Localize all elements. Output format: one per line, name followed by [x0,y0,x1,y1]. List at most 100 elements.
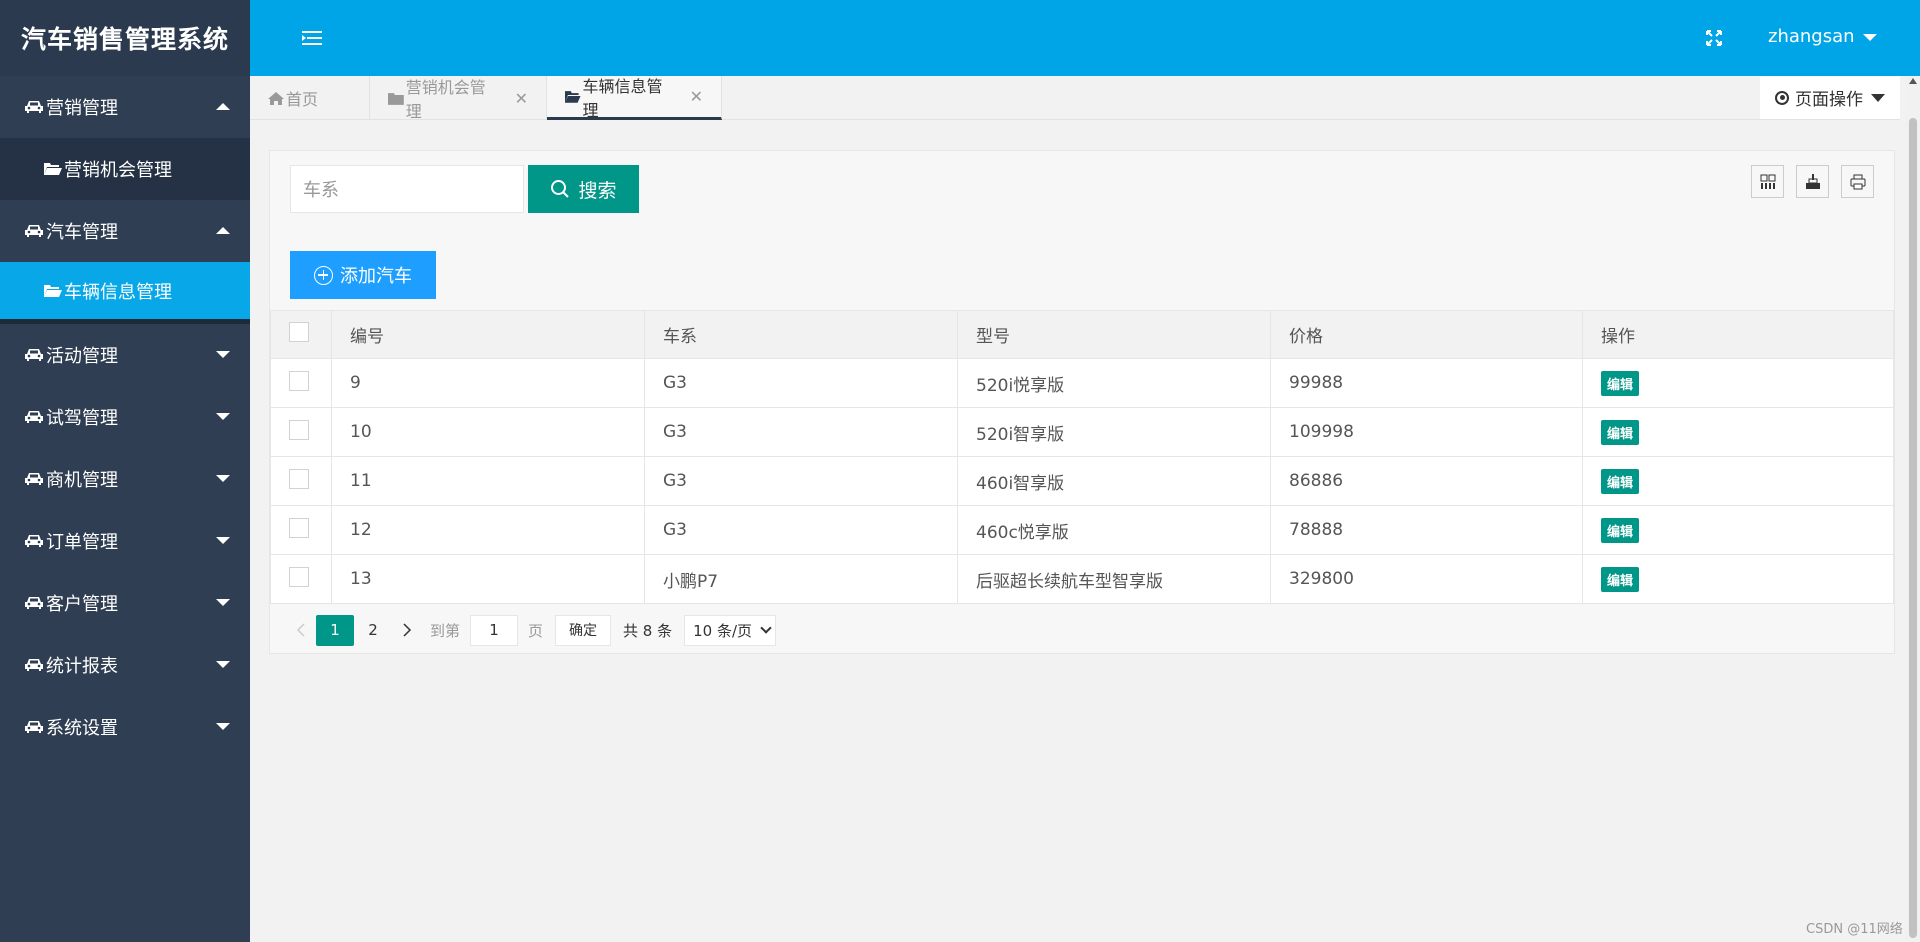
sidebar-group-7[interactable]: 统计报表 [0,634,250,696]
cell-price: 109998 [1270,407,1583,457]
edit-button[interactable]: 编辑 [1601,517,1640,543]
column-header-series[interactable]: 车系 [644,310,958,359]
folder-open-icon [565,91,581,103]
cell-id: 12 [331,505,645,555]
close-icon[interactable]: ✕ [690,87,703,106]
add-car-button[interactable]: 添加汽车 [290,251,436,299]
sidebar-group-3[interactable]: 试驾管理 [0,386,250,448]
cell-price: 99988 [1270,358,1583,408]
prev-page-button[interactable] [286,615,316,645]
car-icon [25,411,43,423]
car-series-search-input[interactable]: 车系 [290,165,524,213]
cell-id: 10 [331,407,645,457]
cell-model: 后驱超长续航车型智享版 [957,554,1271,604]
chevron-down-icon [1862,33,1877,41]
scroll-up-arrow-icon[interactable] [1909,78,1917,84]
tab-vehicle-info[interactable]: 车辆信息管理 ✕ [547,76,722,120]
menu-toggle-icon[interactable] [302,30,322,46]
edit-button[interactable]: 编辑 [1601,566,1640,592]
sidebar-group-2[interactable]: 活动管理 [0,324,250,386]
column-header-model[interactable]: 型号 [957,310,1271,359]
row-checkbox[interactable] [289,370,309,391]
edit-button[interactable]: 编辑 [1601,468,1640,494]
cell-model: 520i悦享版 [957,358,1271,408]
goto-confirm-button[interactable]: 确定 [555,614,612,646]
chevron-up-icon [216,227,230,234]
page-operations-dropdown[interactable]: 页面操作 [1760,76,1900,119]
page-size-value: 10 条/页 [693,621,753,640]
edit-button[interactable]: 编辑 [1601,419,1640,445]
sidebar-group-6[interactable]: 客户管理 [0,572,250,634]
chevron-down-icon [216,599,230,606]
plus-circle-icon [314,265,333,285]
print-icon [1850,174,1865,189]
column-header-id[interactable]: 编号 [331,310,645,359]
export-button[interactable] [1796,165,1829,198]
page-operations-label: 页面操作 [1795,90,1863,110]
cell-series: 小鹏P7 [644,554,958,604]
row-checkbox-cell [270,407,332,457]
cell-series: G3 [644,358,958,408]
sidebar-item-1-0[interactable]: 车辆信息管理 [0,262,250,324]
sidebar-menu: 营销管理营销机会管理汽车管理 车辆信息管理 活动管理 试驾管理商机管理订单管理 客户管理… [0,76,250,758]
sidebar-item-0-0[interactable]: 营销机会管理 [0,138,250,200]
row-checkbox[interactable] [289,517,309,538]
row-checkbox-cell [270,554,332,604]
edit-button[interactable]: 编辑 [1601,370,1640,396]
cell-action: 编辑 [1582,456,1894,506]
sidebar-group-8[interactable]: 系统设置 [0,696,250,758]
chevron-down-icon [760,621,772,634]
page-button-1[interactable]: 1 [316,614,354,646]
page-size-select[interactable]: 10 条/页 [684,614,777,646]
chevron-right-icon [403,623,412,637]
sidebar-group-1[interactable]: 汽车管理 [0,200,250,262]
row-checkbox[interactable] [289,419,309,440]
car-icon [25,473,43,485]
sidebar-group-5[interactable]: 订单管理 [0,510,250,572]
tab-marketing-opportunity[interactable]: 营销机会管理 ✕ [370,76,547,121]
goto-page-input[interactable]: 1 [470,614,519,646]
tab-label: 首页 [286,90,319,109]
row-checkbox-cell [270,358,332,408]
column-header-price[interactable]: 价格 [1270,310,1583,359]
print-button[interactable] [1841,165,1874,198]
folder-icon [388,92,404,105]
cell-id: 13 [331,554,645,604]
cell-action: 编辑 [1582,407,1894,457]
row-checkbox-cell [270,505,332,555]
sidebar-group-label: 系统设置 [46,718,118,739]
table-row: 11 G3 460i智享版 86886 编辑 [270,456,1894,506]
home-icon [268,91,284,105]
chevron-down-icon [216,413,230,420]
goto-label: 到第 [430,621,461,640]
car-icon [25,659,43,671]
tab-bar: 首页 营销机会管理 ✕ 车辆信息管理 ✕ [250,76,1900,121]
next-page-button[interactable] [392,615,422,645]
tab-home[interactable]: 首页 [250,76,370,120]
column-header-action: 操作 [1582,310,1894,359]
user-menu[interactable]: zhangsan [1768,26,1877,47]
sidebar: 汽车销售管理系统 营销管理 营销机会管理 汽车管理 车辆信息管理 活动管理 试驾管理 商机管… [0,0,250,942]
scrollbar-thumb[interactable] [1909,118,1917,938]
search-button[interactable]: 搜索 [528,165,639,213]
select-all-checkbox[interactable] [289,322,309,342]
sidebar-item-label: 营销机会管理 [64,160,172,181]
sidebar-group-0[interactable]: 营销管理 [0,76,250,138]
fullscreen-icon[interactable] [1705,29,1723,47]
columns-filter-button[interactable] [1751,165,1784,198]
close-icon[interactable]: ✕ [515,89,528,108]
row-checkbox[interactable] [289,566,309,587]
row-checkbox[interactable] [289,468,309,489]
cell-action: 编辑 [1582,358,1894,408]
page-button-2[interactable]: 2 [354,615,392,646]
sidebar-group-4[interactable]: 商机管理 [0,448,250,510]
sidebar-group-label: 商机管理 [46,470,118,491]
table-row: 13 小鹏P7 后驱超长续航车型智享版 329800 编辑 [270,554,1894,604]
export-icon [1805,173,1820,189]
cell-series: G3 [644,456,958,506]
sidebar-group-label: 统计报表 [46,656,118,677]
total-count: 共 8 条 [623,621,673,640]
target-icon [1775,90,1789,105]
sidebar-group-label: 营销管理 [46,98,118,119]
page-scrollbar[interactable] [1906,76,1920,942]
